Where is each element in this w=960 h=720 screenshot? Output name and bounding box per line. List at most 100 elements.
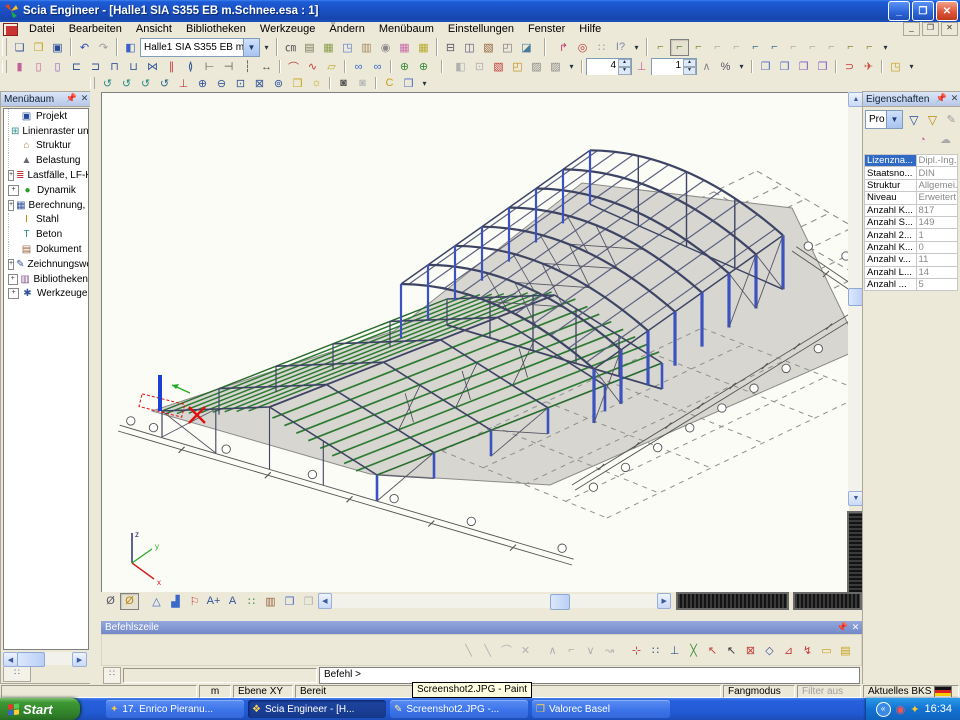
expand-icon[interactable]: + [8,274,18,285]
select-restore-icon[interactable]: ⊡ [470,58,489,75]
beam-rotate-icon[interactable]: ⊐ [86,58,105,75]
beam-copy-icon[interactable]: ▮ [10,58,29,75]
doc-book-icon[interactable]: ▥ [261,593,280,610]
snap-arc-center-icon[interactable]: ◇ [760,642,779,659]
new-window-disabled-icon[interactable]: ❐ [299,593,318,610]
element-info-icon[interactable]: I? [611,39,630,56]
snap-midpoint-icon[interactable]: ↖ [722,642,741,659]
sidebar-item-stahl[interactable]: IStahl [4,213,88,228]
property-row[interactable]: StrukturAllgemei... [865,179,958,191]
view-axis-icon[interactable]: ⊥ [174,75,193,92]
property-group-combo[interactable]: Pro ▼ [865,110,903,129]
render-icon[interactable]: ⊃ [840,58,859,75]
snap-perpendicular-icon[interactable]: ↯ [798,642,817,659]
command-list-icon[interactable]: ▤ [836,642,855,659]
ratio-icon[interactable]: % [716,58,735,75]
property-row[interactable]: NiveauErweitert [865,192,958,204]
property-row[interactable]: Anzahl K...0 [865,241,958,253]
draw-line-icon[interactable]: ╲ [459,642,478,659]
draw-arc-icon[interactable]: ⌒ [497,642,516,659]
vertex-up-icon[interactable]: ∧ [543,642,562,659]
grid-points-icon[interactable]: ∷ [592,39,611,56]
layer-corner-8-icon[interactable]: ⌐ [784,39,803,56]
start-button[interactable]: Start [0,698,80,720]
menu-bibliotheken[interactable]: Bibliotheken [179,22,253,36]
property-value[interactable]: Dipl.-Ing... [916,155,958,167]
table-pink-icon[interactable]: ▦ [395,39,414,56]
node-left-icon[interactable]: ⊢ [200,58,219,75]
lightbulb-icon[interactable]: ☼ [307,75,326,92]
vertex-down-icon[interactable]: ∨ [581,642,600,659]
window-view-1-icon[interactable]: ❐ [756,58,775,75]
disconnect-members-icon[interactable]: ∿ [303,58,322,75]
property-label[interactable]: Anzahl v... [865,254,917,266]
colorbox-icon[interactable]: C [380,75,399,92]
blocks-icon[interactable]: ▦ [319,39,338,56]
zoom-window-icon[interactable]: ⊡ [231,75,250,92]
more-dropdown-icon[interactable]: ▾ [630,39,643,56]
layers-icon[interactable]: ▤ [300,39,319,56]
status-plane[interactable]: Ebene XY [233,685,293,698]
rotate-view-1-icon[interactable]: ↺ [98,75,117,92]
keyboard-icon[interactable]: ▭ [817,642,836,659]
clipping-box-icon[interactable]: ◳ [338,39,357,56]
export-icon[interactable]: ↱ [554,39,573,56]
layer-corner-12-icon[interactable]: ⌐ [860,39,879,56]
undo-icon[interactable]: ↶ [75,39,94,56]
sidebar-item-bibliotheken[interactable]: +▥Bibliotheken [4,272,88,287]
edit-pencil-icon[interactable]: ✎ [943,111,959,128]
status-filter[interactable]: Filter aus [797,685,861,698]
layer-corner-10-icon[interactable]: ⌐ [822,39,841,56]
spinner-down-icon[interactable]: ▼ [618,67,631,75]
project-combo[interactable]: Halle1 SIA S355 EB m.Schi▼ [140,38,260,57]
menu-fenster[interactable]: Fenster [521,22,572,36]
layer-corner-4-icon[interactable]: ⌐ [708,39,727,56]
sidebar-item-berechnung-fe[interactable]: +▦Berechnung, FE [4,198,88,213]
draw-polyline-icon[interactable]: ╲ [478,642,497,659]
layer-corner-9-icon[interactable]: ⌐ [803,39,822,56]
new-document-icon[interactable]: ❏ [10,39,29,56]
zoom-out-icon[interactable]: ⊖ [212,75,231,92]
property-value[interactable]: 14 [916,266,958,278]
spinner-value[interactable]: 4 [587,59,618,75]
spinner-down-icon[interactable]: ▼ [683,67,696,75]
property-row[interactable]: Anzahl K...817 [865,204,958,216]
workplane-icon[interactable]: ◰ [508,58,527,75]
open-folder-icon[interactable]: ❒ [29,39,48,56]
expand-icon[interactable]: + [8,170,14,181]
expand-icon[interactable]: + [8,288,19,299]
command-input[interactable]: Befehl > [319,667,860,684]
beam-extend-icon[interactable]: ⊓ [105,58,124,75]
rotate-view-3-icon[interactable]: ↺ [136,75,155,92]
pin-icon[interactable]: 📌 [65,93,78,105]
taskbar-button-folder[interactable]: ❒Valorec Basel [532,700,670,718]
roof-icon[interactable]: ∧ [697,58,716,75]
sidebar-item-projekt[interactable]: ▣Projekt [4,109,88,124]
layer-corner-3-icon[interactable]: ⌐ [689,39,708,56]
expand-icon[interactable]: + [8,200,14,211]
pie-chart-icon[interactable]: ◔ [913,131,932,148]
menu-bearbeiten[interactable]: Bearbeiten [62,22,129,36]
snapshot-icon[interactable]: ◙ [334,75,353,92]
property-label[interactable]: Struktur [865,179,917,191]
menu-ändern[interactable]: Ändern [322,22,371,36]
property-label[interactable]: Anzahl ... [865,278,917,290]
command-history-button[interactable]: ∷ [103,667,121,684]
property-value[interactable]: 817 [916,204,958,216]
spinner-up-icon[interactable]: ▲ [683,59,696,67]
menu-ansicht[interactable]: Ansicht [129,22,179,36]
restore-button[interactable]: ❐ [912,1,934,21]
scroll-thumb[interactable] [17,652,45,667]
units-mm-cm-icon[interactable]: ㎝ [281,39,300,56]
beam-split-icon[interactable]: ∥ [162,58,181,75]
property-label[interactable]: Anzahl K... [865,241,917,253]
vertex-corner-icon[interactable]: ⌐ [562,642,581,659]
minimize-button[interactable]: _ [888,1,910,21]
cloud-icon[interactable]: ☁ [936,131,955,148]
tray-app-icon[interactable]: ✦ [910,703,919,716]
tray-chevron-icon[interactable]: « [876,702,891,717]
filter-check-icon[interactable]: ▽ [906,111,922,128]
scroll-left-icon[interactable]: ◀ [3,652,18,667]
chevron-down-icon[interactable]: ▼ [886,111,902,128]
property-row[interactable]: Anzahl 2...1 [865,229,958,241]
